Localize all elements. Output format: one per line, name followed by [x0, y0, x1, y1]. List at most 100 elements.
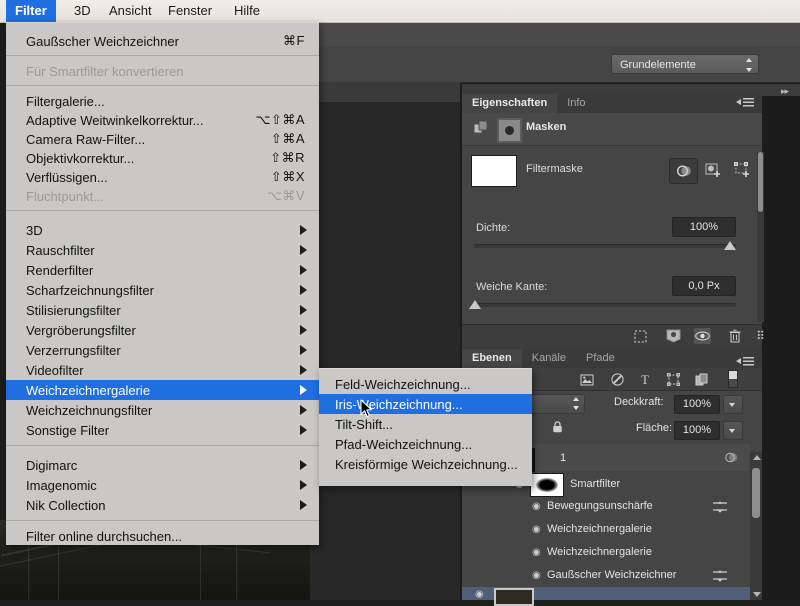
filter-dropdown-menu: Gaußscher Weichzeichner ⌘F Für Smartfilt… — [6, 22, 319, 545]
table-row[interactable]: ◉ Bewegungsunschärfe — [462, 495, 750, 518]
menu-item-vergroeberungsfilter[interactable]: Vergröberungsfilter — [6, 320, 319, 340]
submenu-arrow-icon — [300, 480, 307, 490]
menu-bar: Filter 3D Ansicht Fenster Hilfe — [0, 0, 800, 23]
menu-item-objektivkorrektur[interactable]: Objektivkorrektur... ⇧⌘R — [6, 148, 319, 168]
menu-item-3d[interactable]: 3D — [6, 220, 319, 240]
menu-item-verfluessigen[interactable]: Verflüssigen... ⇧⌘X — [6, 167, 319, 187]
menu-item-camera-raw-filter[interactable]: Camera Raw-Filter... ⇧⌘A — [6, 129, 319, 149]
properties-panel-footer — [462, 324, 762, 349]
application-bar — [310, 22, 800, 47]
menu-item-renderfilter[interactable]: Renderfilter — [6, 260, 319, 280]
menu-item-adaptive-weitwinkelkorrektur[interactable]: Adaptive Weitwinkelkorrektur... ⌥⇧⌘A — [6, 110, 319, 130]
filter-type-icon[interactable]: T — [636, 372, 654, 387]
submenu-arrow-icon — [300, 265, 307, 275]
filter-pixel-icon[interactable] — [578, 372, 596, 387]
mask-selected-icon[interactable] — [669, 158, 698, 184]
add-pixel-mask-icon[interactable] — [700, 158, 727, 182]
menu-item-rauschfilter[interactable]: Rauschfilter — [6, 240, 319, 260]
double-chevron-right-icon[interactable]: ▸▸ — [781, 86, 789, 97]
menu-ansicht[interactable]: Ansicht — [100, 0, 161, 22]
apply-mask-icon[interactable] — [665, 328, 682, 344]
table-row[interactable]: ◉ — [462, 587, 750, 606]
opacity-label: Deckkraft: — [614, 396, 664, 408]
pixel-mask-icon[interactable] — [473, 120, 489, 136]
tab-eigenschaften[interactable]: Eigenschaften — [462, 94, 558, 113]
document-tab[interactable] — [310, 82, 460, 103]
lock-icon[interactable] — [552, 420, 563, 433]
submenu-item-iris-weichzeichnung[interactable]: Iris-Weichzeichnung... — [319, 394, 532, 414]
toggle-mask-visibility-icon[interactable] — [694, 328, 711, 344]
workspace-switcher[interactable]: Grundelemente — [611, 54, 759, 74]
feather-slider-handle[interactable] — [469, 300, 481, 309]
submenu-item-kreisfoermige-weichzeichnung[interactable]: Kreisförmige Weichzeichnung... — [319, 454, 532, 474]
tab-info[interactable]: Info — [557, 94, 595, 113]
menu-item-digimarc[interactable]: Digimarc — [6, 455, 319, 475]
properties-panel-tabs: Eigenschaften Info — [462, 94, 762, 113]
table-row[interactable]: ◉ Gaußscher Weichzeichner — [462, 564, 750, 587]
canvas-area — [310, 82, 460, 600]
opacity-value[interactable]: 100% — [674, 395, 720, 414]
resize-grip-icon[interactable]: ⠿ — [752, 328, 769, 344]
smart-object-badge-icon — [725, 451, 738, 469]
menu-item-nik-collection[interactable]: Nik Collection — [6, 495, 319, 515]
filter-shape-icon[interactable] — [664, 372, 682, 387]
filter-mask-thumbnail[interactable] — [471, 155, 517, 187]
layer-name: Weichzeichnergalerie — [547, 523, 652, 535]
opacity-stepper[interactable] — [723, 395, 743, 414]
density-slider[interactable] — [474, 244, 736, 248]
fill-label: Fläche: — [636, 422, 673, 434]
tab-ebenen[interactable]: Ebenen — [462, 349, 522, 368]
menu-item-weichzeichnergalerie[interactable]: Weichzeichnergalerie — [6, 380, 319, 400]
filter-smartobject-icon[interactable] — [692, 372, 710, 387]
feather-label: Weiche Kante: — [476, 281, 548, 293]
properties-scrollbar[interactable] — [757, 152, 764, 322]
submenu-arrow-icon — [300, 225, 307, 235]
submenu-arrow-icon — [300, 305, 307, 315]
vector-mask-icon[interactable] — [497, 118, 522, 143]
filter-mask-label: Filtermaske — [526, 163, 583, 175]
density-label: Dichte: — [476, 222, 511, 234]
menu-item-imagenomic[interactable]: Imagenomic — [6, 475, 319, 495]
table-row[interactable]: ◉ Weichzeichnergalerie — [462, 518, 750, 541]
menu-hilfe[interactable]: Hilfe — [225, 0, 269, 22]
menu-item-filter-online-durchsuchen[interactable]: Filter online durchsuchen... — [6, 526, 319, 546]
fill-stepper[interactable] — [723, 421, 743, 440]
filter-settings-icon[interactable] — [713, 569, 728, 587]
weichzeichnergalerie-submenu: Feld-Weichzeichnung... Iris-Weichzeichnu… — [319, 368, 532, 486]
menu-item-gaussscher-weichzeichner[interactable]: Gaußscher Weichzeichner ⌘F — [6, 31, 319, 51]
layer-name: Smartfilter — [570, 478, 621, 490]
submenu-item-tilt-shift[interactable]: Tilt-Shift... — [319, 414, 532, 434]
menu-item-stilisierungsfilter[interactable]: Stilisierungsfilter — [6, 300, 319, 320]
menu-filter[interactable]: Filter — [6, 0, 56, 22]
feather-value[interactable]: 0,0 Px — [672, 276, 736, 296]
load-selection-icon[interactable] — [632, 328, 649, 344]
feather-slider[interactable] — [474, 303, 736, 307]
layer-name: Bewegungsunschärfe — [547, 500, 653, 512]
layers-scrollbar[interactable] — [750, 452, 762, 600]
menu-item-sonstige-filter[interactable]: Sonstige Filter — [6, 420, 319, 440]
menu-item-scharfzeichnungsfilter[interactable]: Scharfzeichnungsfilter — [6, 280, 319, 300]
filter-settings-icon[interactable] — [713, 500, 728, 518]
table-row[interactable]: ◉ Weichzeichnergalerie — [462, 541, 750, 564]
submenu-arrow-icon — [300, 385, 307, 395]
delete-mask-icon[interactable] — [726, 328, 743, 344]
menu-item-weichzeichnungsfilter[interactable]: Weichzeichnungsfilter — [6, 400, 319, 420]
menu-fenster[interactable]: Fenster — [159, 0, 221, 22]
menu-item-videofilter[interactable]: Videofilter — [6, 360, 319, 380]
filter-toggle-switch[interactable] — [728, 370, 738, 388]
tab-kanaele[interactable]: Kanäle — [522, 349, 576, 368]
properties-panel-menu-icon[interactable] — [736, 98, 754, 109]
menu-3d[interactable]: 3D — [65, 0, 100, 22]
menu-item-verzerrungsfilter[interactable]: Verzerrungsfilter — [6, 340, 319, 360]
submenu-item-pfad-weichzeichnung[interactable]: Pfad-Weichzeichnung... — [319, 434, 532, 454]
add-vector-mask-icon[interactable] — [729, 158, 756, 182]
masks-title: Masken — [526, 121, 567, 133]
layer-name: Weichzeichnergalerie — [547, 546, 652, 558]
fill-value[interactable]: 100% — [674, 421, 720, 440]
tab-pfade[interactable]: Pfade — [576, 349, 625, 368]
submenu-item-feld-weichzeichnung[interactable]: Feld-Weichzeichnung... — [319, 374, 532, 394]
filter-adjustment-icon[interactable] — [608, 372, 626, 387]
density-value[interactable]: 100% — [672, 217, 736, 237]
menu-item-filtergalerie[interactable]: Filtergalerie... — [6, 91, 319, 111]
density-slider-handle[interactable] — [724, 241, 736, 250]
